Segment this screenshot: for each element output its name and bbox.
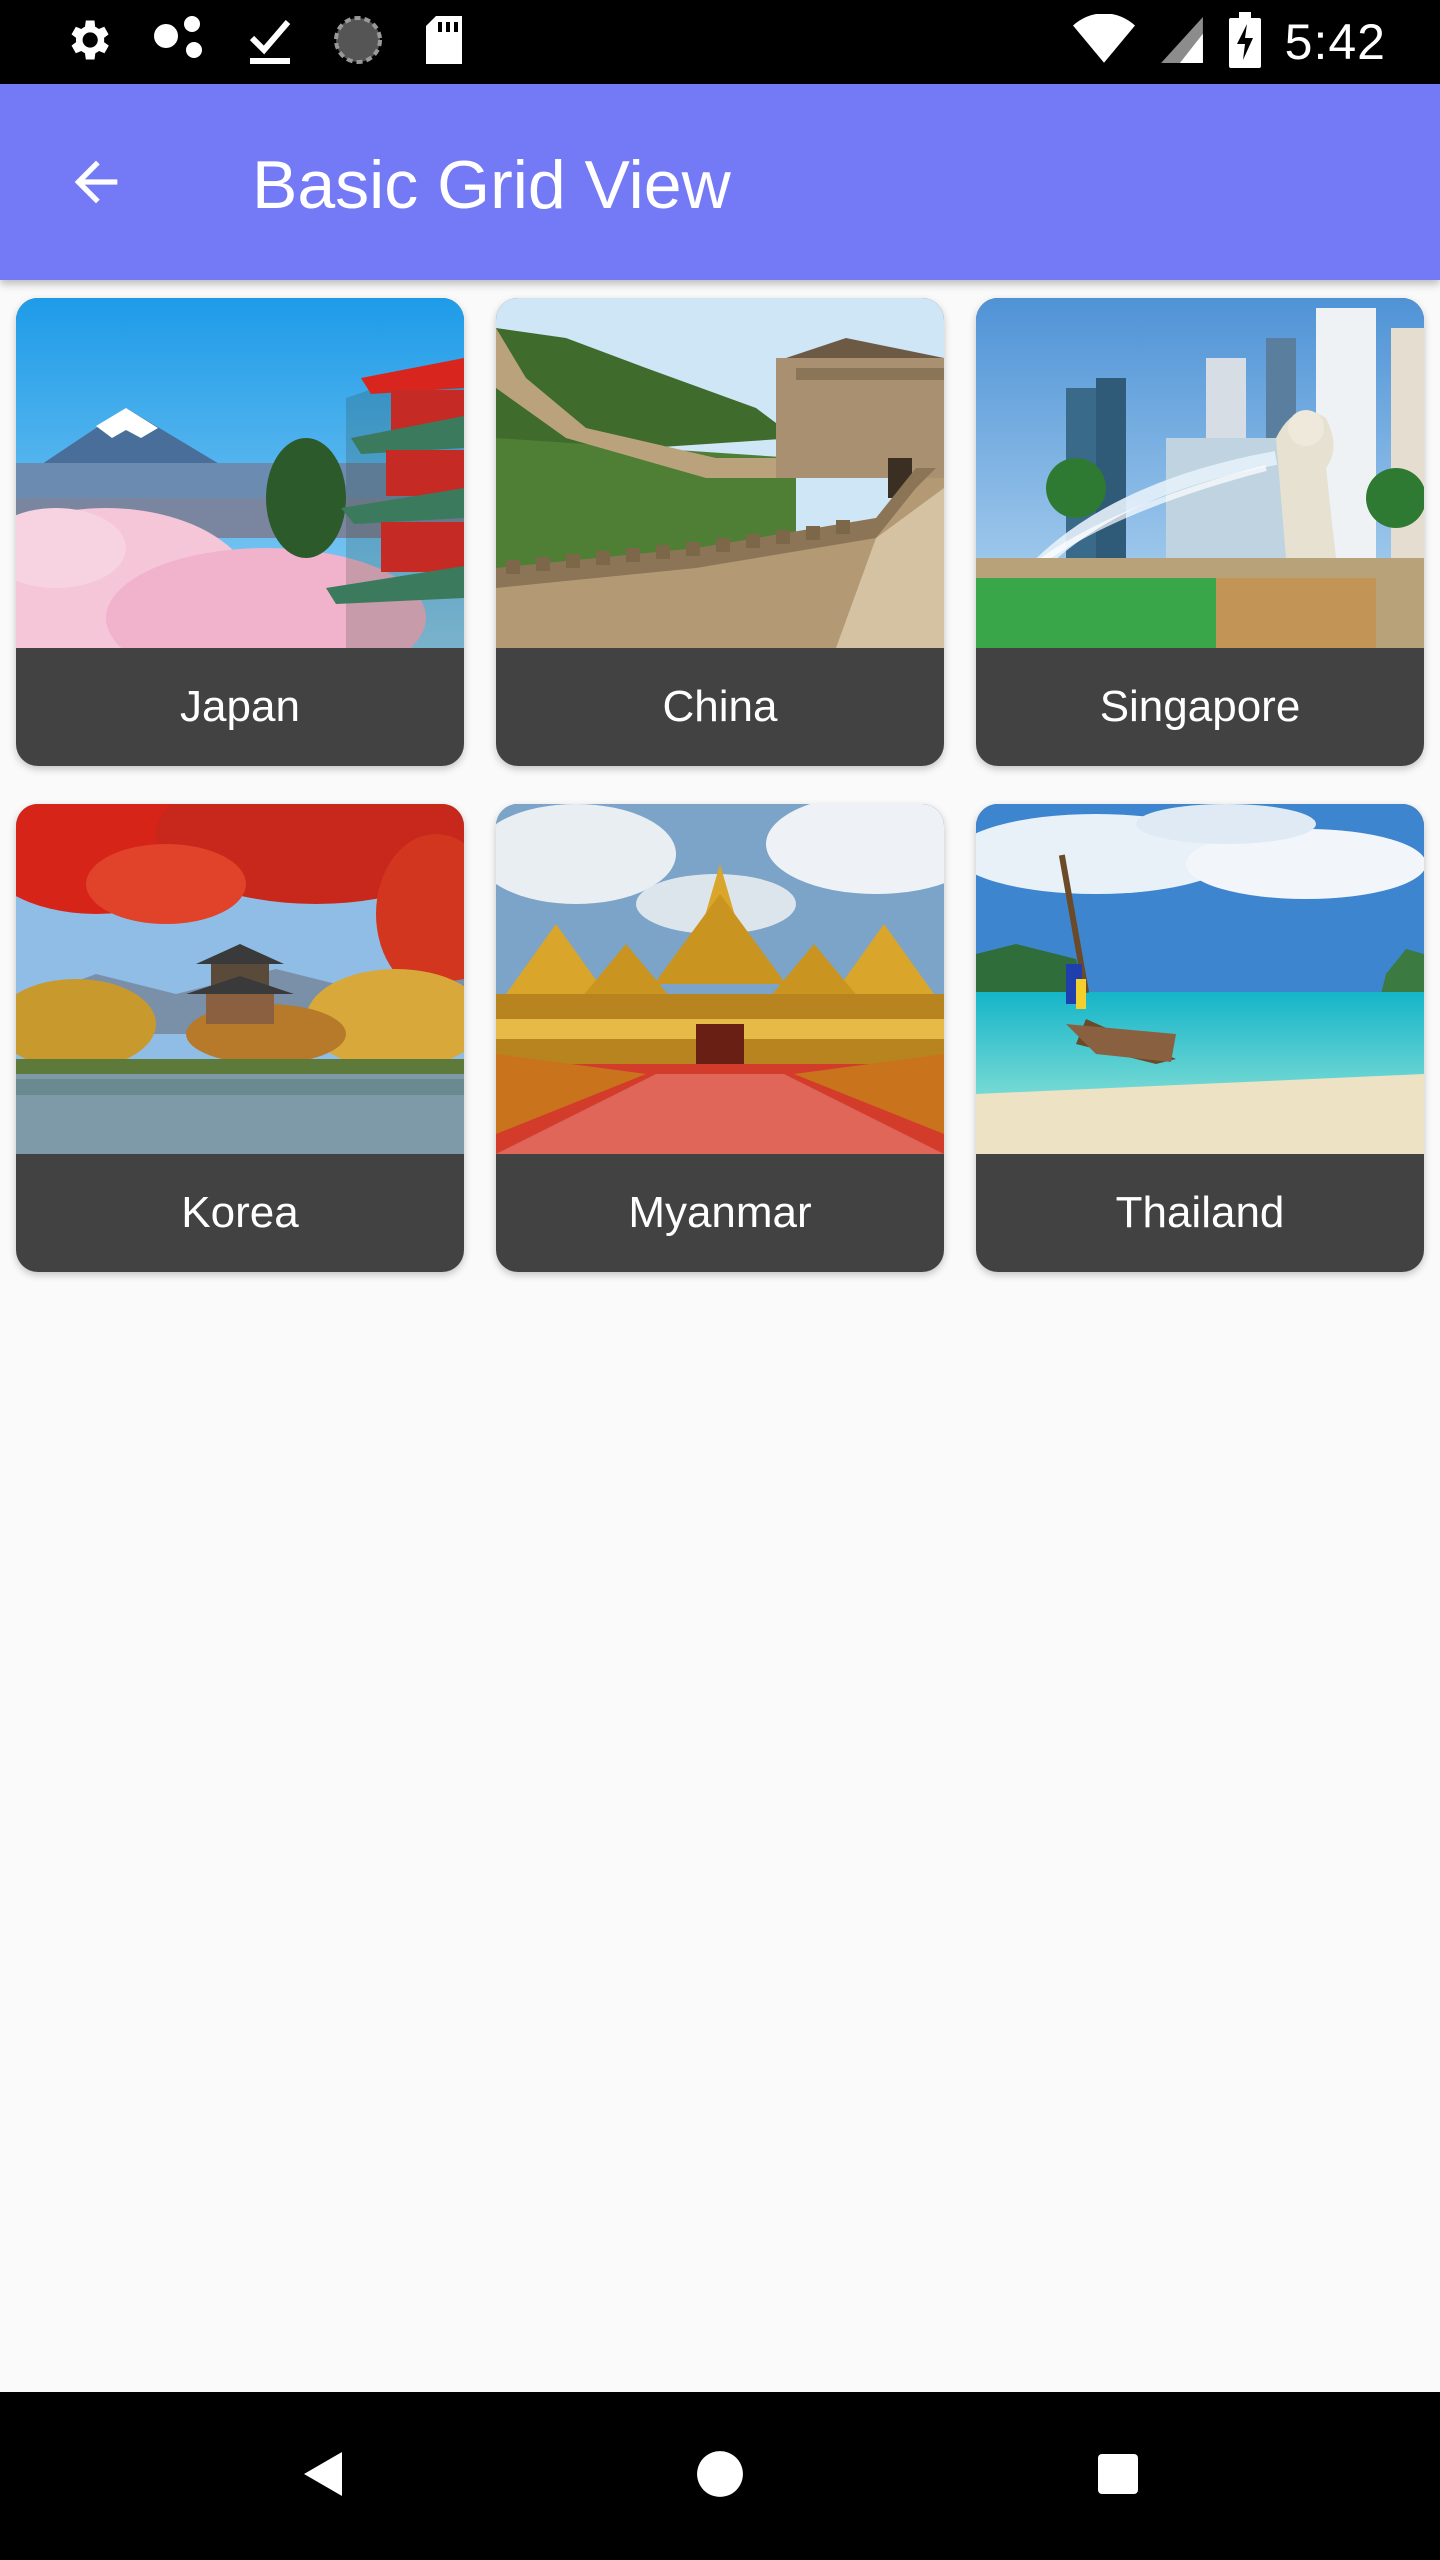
- grid-item-singapore[interactable]: Singapore: [976, 298, 1424, 766]
- app-bar: Basic Grid View: [0, 84, 1440, 280]
- sd-card-icon: [422, 14, 466, 71]
- wifi-icon: [1072, 12, 1135, 71]
- nav-recents-button[interactable]: [1078, 2436, 1158, 2516]
- grid-item-label: Myanmar: [628, 1188, 812, 1237]
- back-triangle-icon: [298, 2448, 346, 2505]
- navigation-bar: [0, 2392, 1440, 2560]
- screen: 5:42 Basic Grid View Japan China Singapo…: [0, 0, 1440, 2560]
- grid-item-label: Thailand: [1115, 1188, 1285, 1237]
- grid-item-china[interactable]: China: [496, 298, 944, 766]
- page-title: Basic Grid View: [252, 147, 731, 223]
- nav-back-button[interactable]: [282, 2436, 362, 2516]
- grid-item-thailand[interactable]: Thailand: [976, 804, 1424, 1272]
- grid-item-myanmar[interactable]: Myanmar: [496, 804, 944, 1272]
- grid-item-label: Japan: [180, 682, 300, 731]
- grid-item-label: Korea: [181, 1188, 299, 1237]
- share-dots-icon: [152, 14, 208, 71]
- arrow-back-icon: [64, 150, 128, 219]
- myanmar-image: [496, 804, 944, 1154]
- back-button[interactable]: [48, 136, 144, 232]
- grid-item-japan[interactable]: Japan: [16, 298, 464, 766]
- grid-item-label: China: [662, 682, 778, 731]
- china-image: [496, 298, 944, 648]
- grid-item-korea[interactable]: Korea: [16, 804, 464, 1272]
- sync-circle-icon: [332, 14, 384, 71]
- status-right-icons: 5:42: [1072, 11, 1386, 73]
- battery-charging-icon: [1228, 11, 1261, 73]
- nav-home-button[interactable]: [680, 2436, 760, 2516]
- grid-item-label: Singapore: [1099, 682, 1301, 731]
- clock: 5:42: [1284, 14, 1386, 70]
- country-grid: Japan China Singapore Korea Myanmar Thai…: [16, 298, 1424, 1272]
- singapore-image: [976, 298, 1424, 648]
- status-bar: 5:42: [0, 0, 1440, 84]
- status-left-icons: [62, 14, 466, 70]
- recents-square-icon: [1096, 2452, 1140, 2501]
- japan-image: [16, 298, 464, 648]
- settings-icon: [62, 14, 114, 71]
- home-circle-icon: [695, 2449, 745, 2504]
- korea-image: [16, 804, 464, 1154]
- download-done-icon: [246, 14, 294, 71]
- thailand-image: [976, 804, 1424, 1154]
- cell-signal-icon: [1159, 14, 1205, 71]
